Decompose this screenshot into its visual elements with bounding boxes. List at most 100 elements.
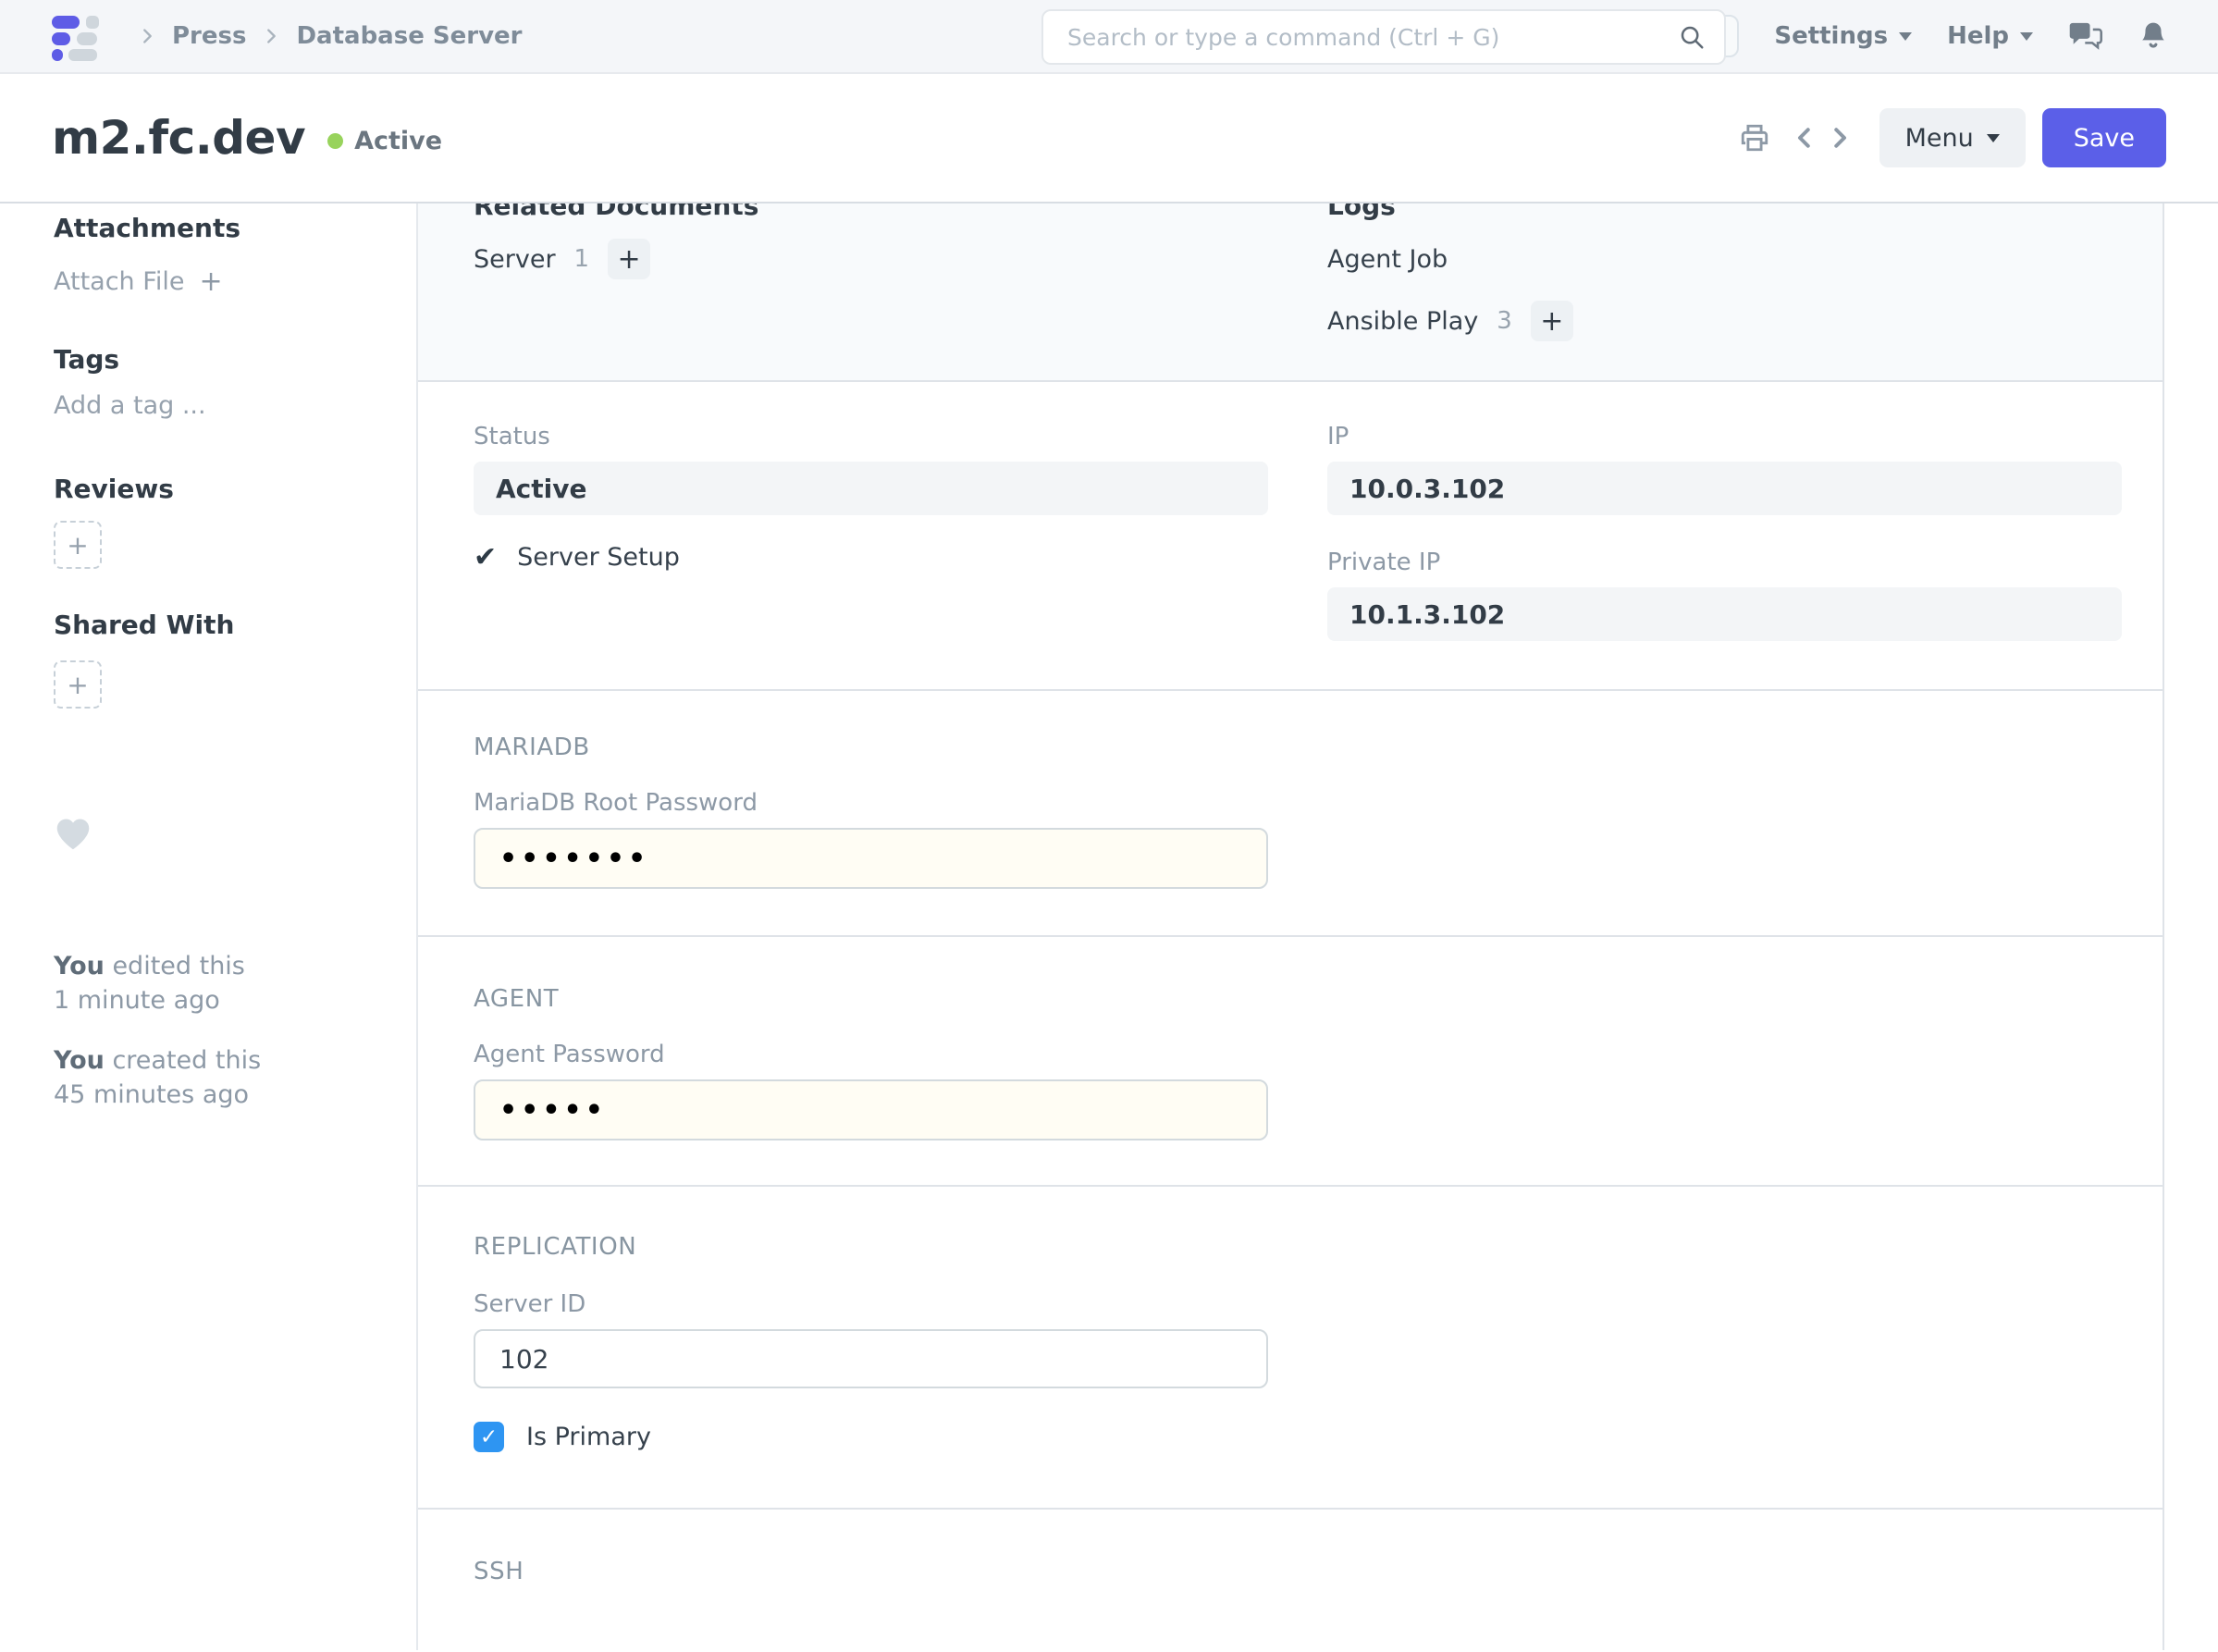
reviews-title: Reviews: [54, 474, 388, 504]
doc-status: Active: [327, 127, 442, 155]
navbar: Press Database Server A Settings Help: [0, 0, 2218, 74]
navbar-right: A Settings Help: [1696, 15, 2168, 57]
agent-section: AGENT Agent Password •••••: [418, 937, 2163, 1187]
prev-document-icon[interactable]: [1791, 122, 1818, 154]
server-count: 1: [574, 245, 590, 273]
chevron-right-icon: [261, 26, 281, 46]
mariadb-root-password-label: MariaDB Root Password: [474, 789, 1268, 817]
add-share-button[interactable]: +: [54, 660, 102, 709]
status-section: Status Active ✔ Server Setup IP 10.0.3.1…: [418, 382, 2163, 691]
menu-button-label: Menu: [1905, 124, 1974, 153]
status-field-label: Status: [474, 423, 1268, 450]
server-id-input[interactable]: [474, 1329, 1268, 1388]
sidebar: Attachments Attach File + Tags Add a tag…: [0, 203, 418, 1650]
ssh-column: SSH: [474, 1558, 1268, 1650]
edited-info: You edited this 1 minute ago: [54, 949, 388, 1017]
replication-section: REPLICATION Server ID ✓ Is Primary: [418, 1187, 2163, 1510]
global-search: [1041, 9, 1726, 65]
related-server-row: Server 1 +: [474, 238, 1268, 280]
attachments-title: Attachments: [54, 213, 388, 243]
save-button[interactable]: Save: [2042, 108, 2166, 167]
ansible-play-row: Ansible Play 3 +: [1327, 300, 2122, 342]
add-review-button[interactable]: +: [54, 521, 102, 569]
ip-field-value: 10.0.3.102: [1327, 462, 2122, 515]
chevron-down-icon: [2020, 32, 2033, 41]
is-primary-checkbox[interactable]: ✓ Is Primary: [474, 1422, 1268, 1452]
search-icon[interactable]: [1678, 23, 1706, 51]
check-icon: ✔: [474, 541, 497, 573]
add-server-button[interactable]: +: [608, 239, 650, 279]
form-area: Related Documents Server 1 + Logs Agent …: [418, 203, 2164, 1650]
agent-password-field[interactable]: •••••: [474, 1079, 1268, 1140]
page-title: m2.fc.dev: [52, 111, 305, 165]
status-column: Status Active ✔ Server Setup: [474, 423, 1268, 641]
search-input[interactable]: [1067, 24, 1678, 51]
attach-file-button[interactable]: Attach File +: [54, 265, 388, 298]
plus-icon: +: [199, 265, 222, 298]
server-id-label: Server ID: [474, 1290, 1268, 1318]
settings-label: Settings: [1774, 22, 1888, 50]
related-documents-title: Related Documents: [474, 203, 1268, 221]
app-logo-icon[interactable]: [52, 11, 100, 61]
mariadb-root-password-field[interactable]: •••••••: [474, 828, 1268, 889]
server-link[interactable]: Server: [474, 245, 556, 274]
created-action: created this: [112, 1046, 261, 1075]
replication-column: REPLICATION Server ID ✓ Is Primary: [474, 1233, 1268, 1452]
print-icon[interactable]: [1739, 122, 1770, 154]
created-info: You created this 45 minutes ago: [54, 1043, 388, 1112]
menu-button[interactable]: Menu: [1879, 108, 2026, 167]
help-label: Help: [1947, 22, 2009, 50]
chat-icon[interactable]: [2068, 20, 2103, 52]
checkbox-checked-icon: ✓: [474, 1422, 504, 1452]
help-menu[interactable]: Help: [1947, 22, 2033, 50]
like-button[interactable]: [54, 816, 94, 851]
mariadb-section-heading: MARIADB: [474, 734, 1268, 761]
page-header: m2.fc.dev Active Menu: [0, 74, 2218, 203]
agent-job-row: Agent Job: [1327, 238, 2122, 280]
private-ip-field-value: 10.1.3.102: [1327, 587, 2122, 641]
ansible-play-count: 3: [1497, 307, 1512, 335]
add-ansible-play-button[interactable]: +: [1531, 301, 1573, 341]
settings-menu[interactable]: Settings: [1774, 22, 1912, 50]
app-screen: Press Database Server A Settings Help: [0, 0, 2218, 1652]
attach-file-label: Attach File: [54, 267, 184, 296]
edited-action: edited this: [112, 952, 244, 980]
mariadb-column: MARIADB MariaDB Root Password •••••••: [474, 734, 1268, 889]
chevron-down-icon: [1987, 134, 2000, 142]
breadcrumb: Press Database Server: [137, 22, 522, 50]
created-when: 45 minutes ago: [54, 1078, 388, 1112]
agent-job-link[interactable]: Agent Job: [1327, 245, 1448, 274]
add-tag-input[interactable]: Add a tag ...: [54, 391, 388, 420]
agent-column: AGENT Agent Password •••••: [474, 985, 1268, 1140]
ansible-play-link[interactable]: Ansible Play: [1327, 307, 1478, 336]
logs-title: Logs: [1327, 203, 2122, 221]
is-primary-label: Is Primary: [526, 1423, 651, 1451]
bell-icon[interactable]: [2138, 20, 2168, 52]
ip-column: IP 10.0.3.102 Private IP 10.1.3.102: [1327, 423, 2122, 641]
next-document-icon[interactable]: [1826, 122, 1854, 154]
shared-with-title: Shared With: [54, 610, 388, 640]
logs-column: Logs Agent Job Ansible Play 3 +: [1327, 203, 2122, 380]
ssh-section-heading: SSH: [474, 1558, 1268, 1585]
ip-field-label: IP: [1327, 423, 2122, 450]
server-setup-label: Server Setup: [517, 543, 680, 572]
agent-section-heading: AGENT: [474, 985, 1268, 1013]
heart-icon: [54, 816, 94, 851]
chevron-right-icon: [137, 26, 157, 46]
server-setup-checkbox[interactable]: ✔ Server Setup: [474, 541, 1268, 573]
document-dashboard: Related Documents Server 1 + Logs Agent …: [418, 203, 2163, 382]
related-documents-column: Related Documents Server 1 +: [474, 203, 1268, 380]
replication-section-heading: REPLICATION: [474, 1233, 1268, 1261]
breadcrumb-press[interactable]: Press: [172, 22, 246, 50]
breadcrumb-database-server[interactable]: Database Server: [296, 22, 522, 50]
header-actions: Menu Save: [1739, 108, 2166, 167]
chevron-down-icon: [1899, 32, 1912, 41]
agent-password-label: Agent Password: [474, 1041, 1268, 1068]
status-field-value: Active: [474, 462, 1268, 515]
status-badge: Active: [354, 127, 442, 155]
edited-who: You: [54, 952, 105, 980]
created-who: You: [54, 1046, 105, 1075]
ssh-section: SSH: [418, 1510, 2163, 1650]
content: Attachments Attach File + Tags Add a tag…: [0, 203, 2218, 1650]
mariadb-section: MARIADB MariaDB Root Password •••••••: [418, 691, 2163, 937]
